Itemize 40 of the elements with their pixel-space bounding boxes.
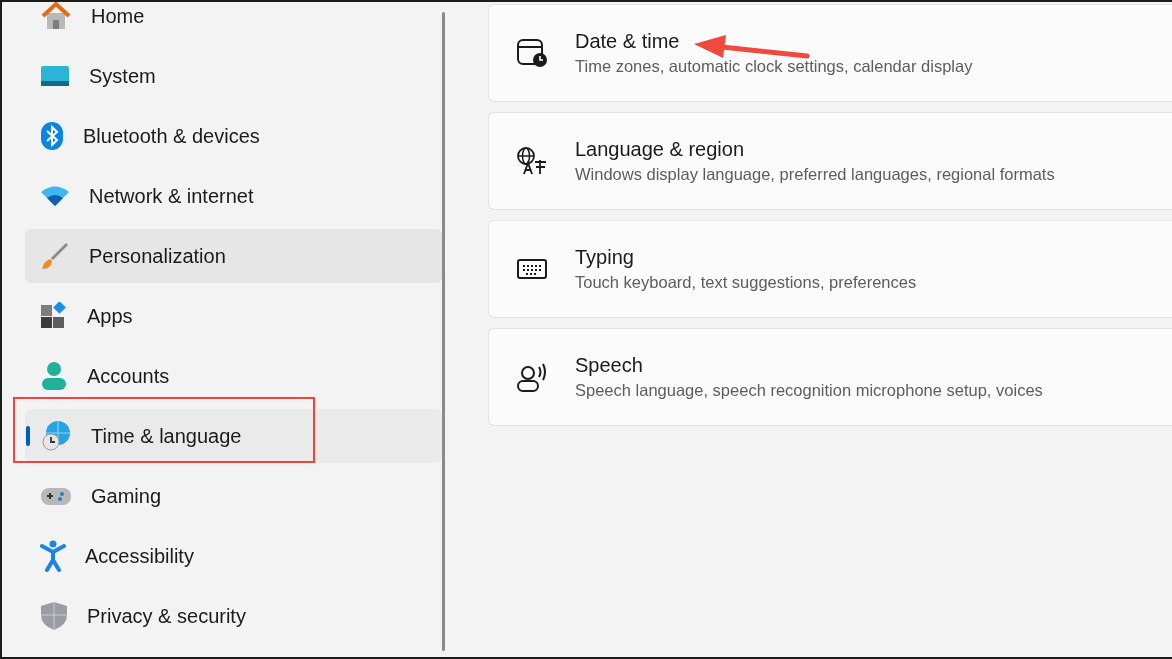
card-description: Time zones, automatic clock settings, calendar display — [575, 57, 973, 76]
sidebar-item[interactable]: Gaming — [25, 469, 442, 523]
sidebar-item[interactable]: Home — [25, 2, 442, 43]
sidebar-item[interactable]: Time & language — [25, 409, 442, 463]
monitor-icon — [40, 64, 70, 88]
sidebar-item[interactable]: Network & internet — [25, 169, 442, 223]
bluetooth-icon — [40, 121, 64, 151]
sidebar-item[interactable]: Personalization — [25, 229, 442, 283]
globe-characters-icon — [516, 146, 548, 176]
globe-clock-icon — [40, 420, 72, 452]
sidebar-item[interactable]: Accessibility — [25, 529, 442, 583]
sidebar-item[interactable]: Apps — [25, 289, 442, 343]
settings-card[interactable]: Date & time Time zones, automatic clock settings, calendar display — [488, 4, 1172, 102]
calendar-clock-icon — [516, 38, 548, 68]
accessibility-icon — [40, 540, 66, 572]
apps-icon — [40, 302, 68, 330]
card-title: Speech — [575, 354, 644, 377]
wifi-icon — [40, 185, 70, 207]
settings-card[interactable]: Language & region Windows display language, preferred languages, regional formats — [488, 112, 1172, 210]
card-title: Date & time — [575, 30, 681, 53]
paintbrush-icon — [40, 241, 70, 271]
selection-indicator — [26, 426, 30, 446]
sidebar-item[interactable]: Accounts — [25, 349, 442, 403]
sidebar-item[interactable]: Privacy & security — [25, 589, 442, 643]
settings-card[interactable]: Speech Speech language, speech recognition microphone setup, voices — [488, 328, 1172, 426]
card-title: Language & region — [575, 138, 746, 161]
card-description: Touch keyboard, text suggestions, preferences — [575, 273, 917, 292]
sidebar-item[interactable]: System — [25, 49, 442, 103]
sidebar-item[interactable]: Bluetooth & devices — [25, 109, 442, 163]
house-icon — [40, 2, 72, 31]
settings-card[interactable]: Typing Touch keyboard, text suggestions, preferences — [488, 220, 1172, 318]
person-icon — [40, 361, 68, 391]
scrollbar[interactable] — [442, 12, 445, 651]
card-title: Typing — [575, 246, 635, 269]
person-speaking-icon — [516, 361, 548, 393]
gamepad-icon — [40, 485, 72, 507]
card-description: Speech language, speech recognition microphone setup, voices — [575, 381, 1043, 400]
keyboard-icon — [516, 257, 548, 281]
shield-icon — [40, 601, 68, 631]
card-description: Windows display language, preferred languages, regional formats — [575, 165, 1055, 184]
